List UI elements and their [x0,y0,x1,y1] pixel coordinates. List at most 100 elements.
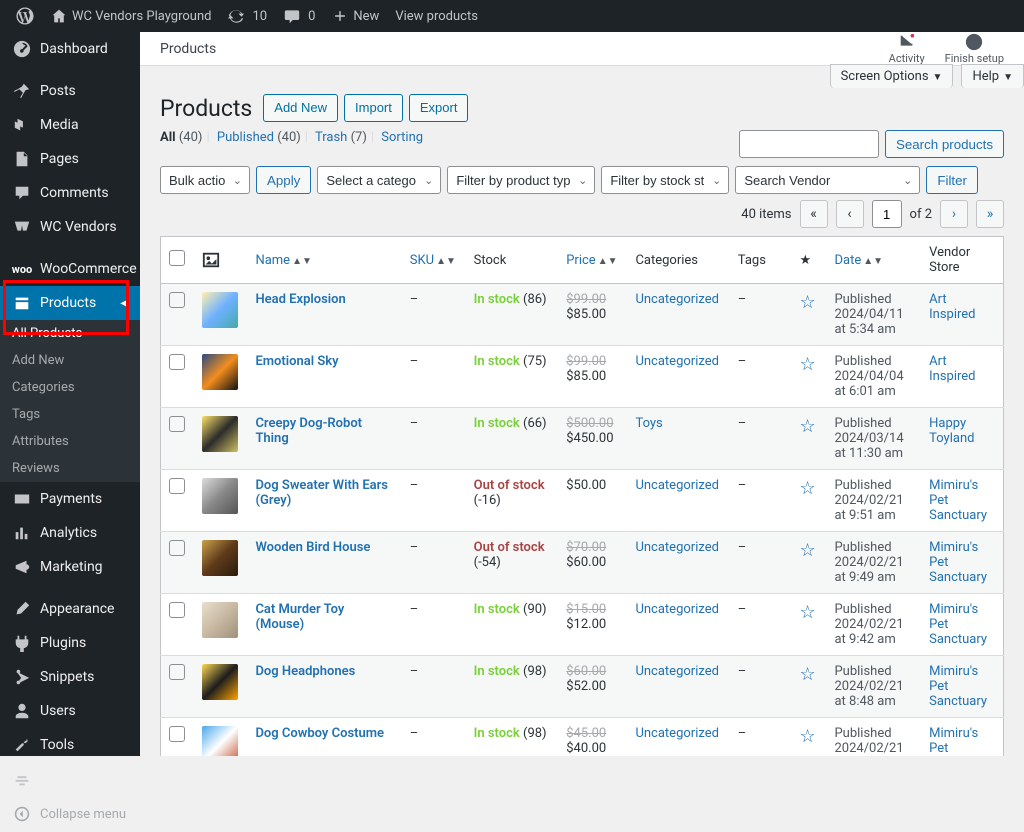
filter-all[interactable]: All [160,130,176,145]
wp-logo[interactable] [8,0,42,32]
product-thumb[interactable] [202,664,238,700]
new-link[interactable]: New [323,0,387,32]
sub-tags[interactable]: Tags [0,401,140,428]
category-link[interactable]: Uncategorized [635,292,718,307]
product-name-link[interactable]: Dog Cowboy Costume [255,726,384,741]
sidebar-item-wcvendors[interactable]: WC Vendors [0,210,140,244]
sub-add-new[interactable]: Add New [0,347,140,374]
product-name-link[interactable]: Cat Murder Toy (Mouse) [255,602,344,632]
help-button[interactable]: Help▼ [961,64,1024,88]
col-sku[interactable]: SKU [410,253,434,268]
vendor-link[interactable]: Mimiru's Pet Sanctuary [929,540,987,585]
updates-link[interactable]: 10 [219,0,275,32]
prev-page-button[interactable]: ‹ [836,200,864,228]
sidebar-item-appearance[interactable]: Appearance [0,592,140,626]
product-thumb[interactable] [202,602,238,638]
row-checkbox[interactable] [169,540,185,556]
featured-toggle[interactable]: ☆ [800,292,818,313]
featured-toggle[interactable]: ☆ [800,602,818,623]
activity-button[interactable]: Activity [889,32,925,65]
row-checkbox[interactable] [169,602,185,618]
collapse-menu[interactable]: Collapse menu [0,796,140,832]
stock-filter[interactable]: Filter by stock status [601,166,729,194]
product-thumb[interactable] [202,726,238,756]
row-checkbox[interactable] [169,292,185,308]
sidebar-item-snippets[interactable]: Snippets [0,660,140,694]
bulk-actions-select[interactable]: Bulk actions [160,166,250,194]
filter-trash[interactable]: Trash [315,130,347,145]
row-checkbox[interactable] [169,664,185,680]
add-new-button[interactable]: Add New [263,94,338,122]
featured-toggle[interactable]: ☆ [800,540,818,561]
comments-link[interactable]: 0 [275,0,323,32]
sidebar-item-products[interactable]: Products◀ [0,286,140,320]
last-page-button[interactable]: » [976,200,1004,228]
filter-published[interactable]: Published [217,130,274,145]
next-page-button[interactable]: › [940,200,968,228]
sidebar-item-marketing[interactable]: Marketing [0,550,140,584]
category-link[interactable]: Uncategorized [635,354,718,369]
current-page-input[interactable] [872,200,902,228]
product-type-filter[interactable]: Filter by product type [447,166,595,194]
col-date[interactable]: Date [834,253,861,268]
category-link[interactable]: Uncategorized [635,478,718,493]
sub-attributes[interactable]: Attributes [0,428,140,455]
category-link[interactable]: Uncategorized [635,664,718,679]
category-link[interactable]: Uncategorized [635,726,718,741]
vendor-link[interactable]: Art Inspired [929,292,975,322]
featured-toggle[interactable]: ☆ [800,478,818,499]
sidebar-item-users[interactable]: Users [0,694,140,728]
featured-toggle[interactable]: ☆ [800,354,818,375]
sidebar-item-tools[interactable]: Tools [0,728,140,762]
sidebar-item-settings[interactable]: Settings [0,762,140,796]
site-link[interactable]: WC Vendors Playground [42,0,219,32]
screen-options-button[interactable]: Screen Options▼ [830,64,954,88]
vendor-link[interactable]: Mimiru's Pet Sanctuary [929,602,987,647]
sidebar-item-comments[interactable]: Comments [0,176,140,210]
product-name-link[interactable]: Dog Sweater With Ears (Grey) [255,478,388,508]
sidebar-item-analytics[interactable]: Analytics [0,516,140,550]
select-all-checkbox[interactable] [169,250,185,266]
category-link[interactable]: Uncategorized [635,540,718,555]
sidebar-item-pages[interactable]: Pages [0,142,140,176]
sidebar-item-media[interactable]: Media [0,108,140,142]
row-checkbox[interactable] [169,416,185,432]
import-button[interactable]: Import [344,94,403,122]
featured-toggle[interactable]: ☆ [800,664,818,685]
sub-reviews[interactable]: Reviews [0,455,140,482]
view-products-link[interactable]: View products [387,0,486,32]
product-thumb[interactable] [202,416,238,452]
vendor-link[interactable]: Mimiru's Pet Sanctuary [929,478,987,523]
category-link[interactable]: Uncategorized [635,602,718,617]
product-thumb[interactable] [202,292,238,328]
row-checkbox[interactable] [169,726,185,742]
filter-button[interactable]: Filter [926,166,978,194]
filter-sorting[interactable]: Sorting [381,130,423,145]
col-name[interactable]: Name [255,253,290,268]
product-name-link[interactable]: Head Explosion [255,292,345,307]
featured-toggle[interactable]: ☆ [800,416,818,437]
export-button[interactable]: Export [409,94,469,122]
vendor-link[interactable]: Happy Toyland [929,416,974,446]
sidebar-item-woocommerce[interactable]: wooWooCommerce [0,252,140,286]
vendor-link[interactable]: Mimiru's Pet Sanctuary [929,726,987,756]
product-thumb[interactable] [202,354,238,390]
finish-setup-button[interactable]: Finish setup [945,32,1004,65]
product-name-link[interactable]: Dog Headphones [255,664,355,679]
sidebar-item-payments[interactable]: Payments [0,482,140,516]
row-checkbox[interactable] [169,478,185,494]
sub-categories[interactable]: Categories [0,374,140,401]
product-name-link[interactable]: Wooden Bird House [255,540,370,555]
sub-all-products[interactable]: All Products [0,320,140,347]
vendor-filter[interactable]: Search Vendor [735,166,920,194]
search-button[interactable]: Search products [885,130,1004,158]
sidebar-item-posts[interactable]: Posts [0,74,140,108]
sidebar-item-plugins[interactable]: Plugins [0,626,140,660]
apply-button[interactable]: Apply [256,166,311,194]
col-price[interactable]: Price [566,253,595,268]
category-link[interactable]: Toys [635,416,662,431]
product-thumb[interactable] [202,478,238,514]
vendor-link[interactable]: Mimiru's Pet Sanctuary [929,664,987,709]
sidebar-item-dashboard[interactable]: Dashboard [0,32,140,66]
search-input[interactable] [739,130,879,158]
